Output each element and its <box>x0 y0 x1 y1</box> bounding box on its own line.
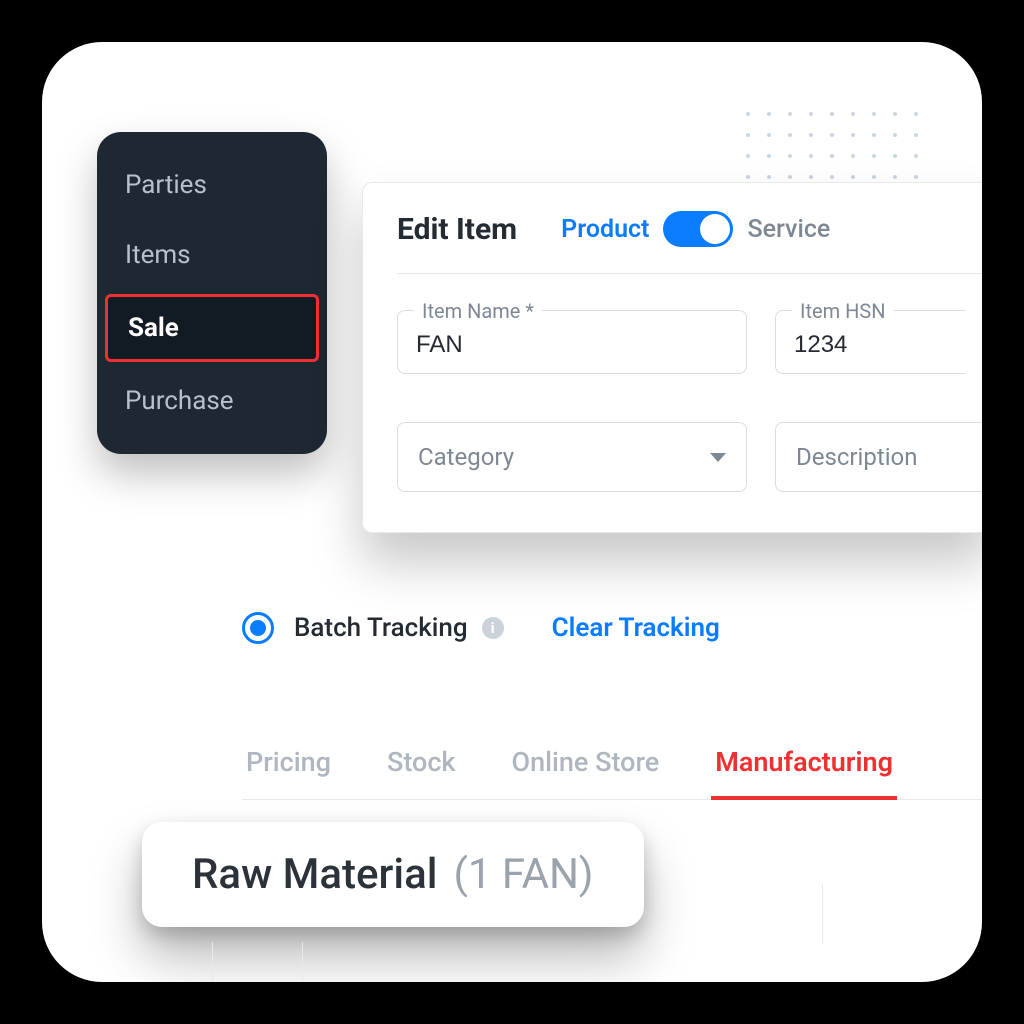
toggle-label-product: Product <box>561 215 649 244</box>
sidebar-item-items[interactable]: Items <box>97 220 327 290</box>
sidebar-item-purchase[interactable]: Purchase <box>97 366 327 436</box>
batch-tracking-radio[interactable] <box>242 612 274 644</box>
product-service-toggle-group: Product Service <box>561 211 830 247</box>
app-frame: Parties Items Sale Purchase Edit Item Pr… <box>42 42 982 982</box>
description-placeholder: Description <box>796 443 918 471</box>
batch-tracking-label: Batch Tracking <box>294 613 468 643</box>
category-select[interactable]: Category <box>397 422 747 492</box>
raw-material-label: Raw Material <box>192 850 437 899</box>
card-title: Edit Item <box>397 212 517 247</box>
item-hsn-input[interactable] <box>794 331 947 359</box>
tab-manufacturing[interactable]: Manufacturing <box>711 732 897 800</box>
raw-material-pill[interactable]: Raw Material (1 FAN) <box>142 822 644 927</box>
item-name-label: Item Name * <box>414 299 542 323</box>
chevron-down-icon <box>710 453 726 462</box>
item-name-field[interactable]: Item Name * <box>397 310 747 374</box>
toggle-label-service: Service <box>747 215 830 244</box>
sidebar: Parties Items Sale Purchase <box>97 132 327 454</box>
item-hsn-label: Item HSN <box>792 299 894 323</box>
edit-item-card: Edit Item Product Service Item Name * It… <box>362 182 982 533</box>
decorative-dots <box>746 112 922 183</box>
divider-line <box>302 942 303 982</box>
form-row-1: Item Name * Item HSN <box>397 310 982 374</box>
description-field[interactable]: Description <box>775 422 982 492</box>
product-service-toggle[interactable] <box>663 211 733 247</box>
item-tabs: Pricing Stock Online Store Manufacturing <box>242 732 982 800</box>
category-placeholder: Category <box>418 443 514 471</box>
clear-tracking-link[interactable]: Clear Tracking <box>552 613 720 643</box>
raw-material-count: (1 FAN) <box>453 850 593 899</box>
form-row-2: Category Description <box>397 422 982 492</box>
item-hsn-field[interactable]: Item HSN <box>775 310 965 374</box>
tracking-row: Batch Tracking i Clear Tracking <box>242 612 720 644</box>
divider-line <box>212 942 213 982</box>
radio-dot-icon <box>250 620 266 636</box>
toggle-knob <box>700 214 730 244</box>
sidebar-item-sale[interactable]: Sale <box>105 294 319 362</box>
divider-line <box>822 884 823 944</box>
card-header: Edit Item Product Service <box>397 211 982 274</box>
tab-stock[interactable]: Stock <box>383 732 460 800</box>
sidebar-item-parties[interactable]: Parties <box>97 150 327 220</box>
info-icon[interactable]: i <box>482 617 504 639</box>
item-name-input[interactable] <box>416 331 728 359</box>
tab-pricing[interactable]: Pricing <box>242 732 335 800</box>
tab-online-store[interactable]: Online Store <box>508 732 664 800</box>
